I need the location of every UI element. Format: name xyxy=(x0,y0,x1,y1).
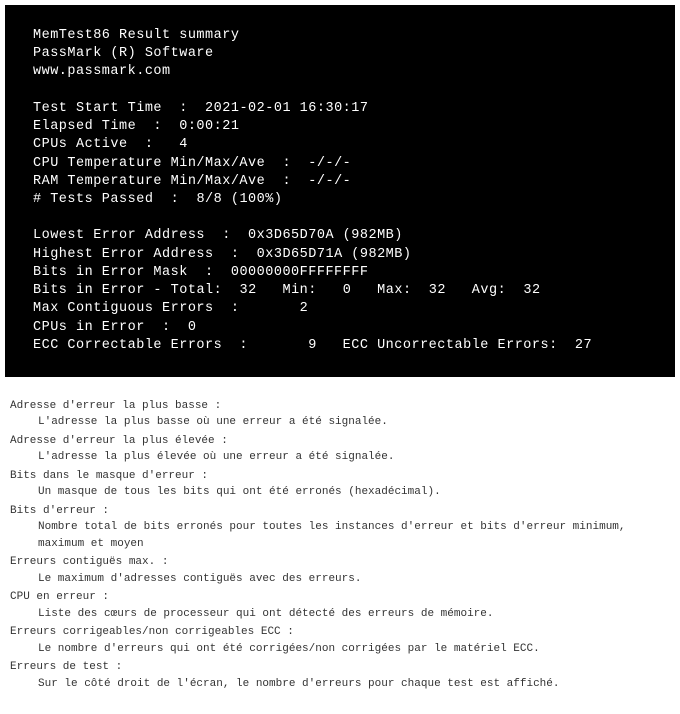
definition-item: Adresse d'erreur la plus basse :L'adress… xyxy=(10,398,670,431)
definition-term: Bits d'erreur : xyxy=(10,503,670,520)
label-test-start: Test Start Time xyxy=(33,101,162,116)
value-bits-total: 32 xyxy=(239,283,256,298)
definition-description: L'adresse la plus basse où une erreur a … xyxy=(10,414,670,431)
definitions-list: Adresse d'erreur la plus basse :L'adress… xyxy=(0,382,680,714)
label-tests-passed: # Tests Passed xyxy=(33,192,153,207)
value-ecc-corr: 9 xyxy=(308,338,317,353)
value-lowest-err: 0x3D65D70A (982MB) xyxy=(248,228,403,243)
label-bits-total: Total xyxy=(171,283,214,298)
definition-term: Adresse d'erreur la plus basse : xyxy=(10,398,670,415)
value-highest-err: 0x3D65D71A (982MB) xyxy=(257,247,412,262)
terminal-output: MemTest86 Result summary PassMark (R) So… xyxy=(5,5,675,377)
definition-description: Sur le côté droit de l'écran, le nombre … xyxy=(10,676,670,693)
value-bits-max: 32 xyxy=(429,283,446,298)
definition-description: L'adresse la plus élevée où une erreur a… xyxy=(10,449,670,466)
definition-term: Adresse d'erreur la plus élevée : xyxy=(10,433,670,450)
label-cpus-err: CPUs in Error xyxy=(33,320,145,335)
value-bits-mask: 00000000FFFFFFFF xyxy=(231,265,369,280)
value-test-start: 2021-02-01 16:30:17 xyxy=(205,101,368,116)
value-cpus-active: 4 xyxy=(179,137,188,152)
label-max-contig: Max Contiguous Errors xyxy=(33,301,214,316)
definition-item: Erreurs contiguës max. :Le maximum d'adr… xyxy=(10,554,670,587)
label-ram-temp: RAM Temperature Min/Max/Ave xyxy=(33,174,265,189)
definition-item: Erreurs de test :Sur le côté droit de l'… xyxy=(10,659,670,692)
definition-item: Adresse d'erreur la plus élevée :L'adres… xyxy=(10,433,670,466)
label-bits-max: Max xyxy=(377,283,403,298)
definition-description: Liste des cœurs de processeur qui ont dé… xyxy=(10,606,670,623)
definition-term: Erreurs contiguës max. : xyxy=(10,554,670,571)
label-highest-err: Highest Error Address xyxy=(33,247,214,262)
definition-term: CPU en erreur : xyxy=(10,589,670,606)
label-ecc-uncorr: ECC Uncorrectable Errors xyxy=(343,338,549,353)
definition-item: Bits dans le masque d'erreur :Un masque … xyxy=(10,468,670,501)
value-tests-passed: 8/8 (100%) xyxy=(196,192,282,207)
value-cpus-err: 0 xyxy=(188,320,197,335)
definition-term: Bits dans le masque d'erreur : xyxy=(10,468,670,485)
url-line: www.passmark.com xyxy=(33,64,171,79)
value-cpu-temp: -/-/- xyxy=(308,156,351,171)
label-elapsed: Elapsed Time xyxy=(33,119,136,134)
definition-item: CPU en erreur :Liste des cœurs de proces… xyxy=(10,589,670,622)
definition-description: Nombre total de bits erronés pour toutes… xyxy=(10,519,670,552)
vendor-line: PassMark (R) Software xyxy=(33,46,214,61)
label-bits-mask: Bits in Error Mask xyxy=(33,265,188,280)
value-ram-temp: -/-/- xyxy=(308,174,351,189)
definition-description: Le nombre d'erreurs qui ont été corrigée… xyxy=(10,641,670,658)
definition-term: Erreurs de test : xyxy=(10,659,670,676)
definition-term: Erreurs corrigeables/non corrigeables EC… xyxy=(10,624,670,641)
label-ecc-corr: ECC Correctable Errors xyxy=(33,338,222,353)
label-bits-avg: Avg xyxy=(472,283,498,298)
value-ecc-uncorr: 27 xyxy=(575,338,592,353)
label-bits-min: Min xyxy=(282,283,308,298)
value-bits-avg: 32 xyxy=(523,283,540,298)
definition-item: Bits d'erreur :Nombre total de bits erro… xyxy=(10,503,670,553)
label-bits-in-error: Bits in Error xyxy=(33,283,145,298)
value-bits-min: 0 xyxy=(343,283,352,298)
label-lowest-err: Lowest Error Address xyxy=(33,228,205,243)
label-cpus-active: CPUs Active xyxy=(33,137,128,152)
title-line: MemTest86 Result summary xyxy=(33,28,239,43)
definition-description: Le maximum d'adresses contiguës avec des… xyxy=(10,571,670,588)
value-max-contig: 2 xyxy=(300,301,309,316)
label-cpu-temp: CPU Temperature Min/Max/Ave xyxy=(33,156,265,171)
definition-item: Erreurs corrigeables/non corrigeables EC… xyxy=(10,624,670,657)
definition-description: Un masque de tous les bits qui ont été e… xyxy=(10,484,670,501)
value-elapsed: 0:00:21 xyxy=(179,119,239,134)
